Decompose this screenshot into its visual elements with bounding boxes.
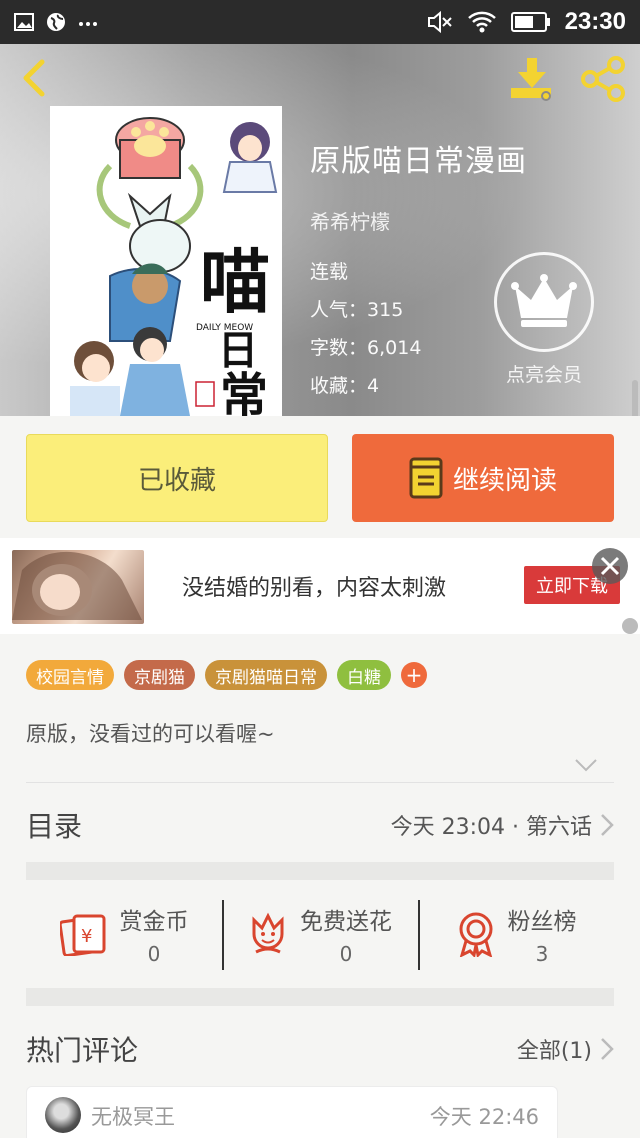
section-divider [26,988,614,1006]
svg-text:喵: 喵 [200,240,270,323]
image-icon [14,13,34,31]
all-comments-link[interactable]: 全部(1) [517,1033,614,1065]
favorited-label: 已收藏 [137,465,216,496]
comment-card[interactable]: 无极冥王 今天 22:46 [26,1086,558,1138]
fan-ranking-button[interactable]: 粉丝榜 3 [418,896,614,972]
expand-chevron-icon[interactable] [574,758,598,772]
back-chevron-icon[interactable] [16,58,56,98]
comic-description: 原版，没看过的可以看喔~ [26,722,275,746]
catalog-title: 目录 [26,810,83,843]
ad-mark-icon [622,618,638,634]
vip-badge [494,252,594,352]
status-bar: 23:30 [0,0,640,44]
crown-icon [511,274,577,327]
section-divider [26,862,614,880]
free-flower-label: 免费送花 [300,909,392,935]
tag-jingju-cat[interactable]: 京剧猫 [124,660,195,690]
globe-icon [47,13,65,31]
comment-time: 今天 22:46 [429,1105,539,1129]
latest-chapter: 今天 23:04 · 第六话 [391,809,614,841]
free-flower-value: 0 [339,942,353,966]
ad-text[interactable]: 没结婚的别看，内容太刺激 [182,570,446,602]
hot-comments-title: 热门评论 [26,1034,139,1067]
continue-reading-label: 继续阅读 [452,465,557,496]
word-count-value: 6,014 [367,337,422,359]
comic-detail-page: 23:30 喵 日 常 DAILY MEOW 原版喵日常漫画 希希柠檬 连载 人… [0,0,640,1138]
clock: 23:30 [564,8,626,35]
wifi-icon [467,11,496,33]
battery-icon [510,12,550,32]
favorites-label: 收藏： [310,375,368,397]
mute-icon [427,10,452,34]
share-icon[interactable] [580,56,628,102]
cover-art: 喵 日 常 DAILY MEOW [50,106,282,416]
download-icon[interactable] [508,56,558,102]
popularity-label: 人气： [310,299,368,321]
all-comments-label: 全部(1) [516,1039,592,1064]
ad-image[interactable] [12,550,144,624]
reward-coins-button[interactable]: ¥ 赏金币 0 [26,896,222,972]
fan-ranking-value: 3 [535,942,549,966]
flower-icon [252,912,284,954]
svg-text:日: 日 [218,327,258,374]
comic-header: 喵 日 常 DAILY MEOW 原版喵日常漫画 希希柠檬 连载 人气：315 … [0,44,640,416]
word-count-label: 字数： [310,337,368,359]
svg-text:¥: ¥ [81,926,92,947]
popularity-value: 315 [367,299,404,321]
tag-list: 校园言情 京剧猫 京剧猫喵日常 白糖 + [26,660,427,690]
svg-text:常: 常 [220,368,268,416]
catalog-row[interactable]: 目录 今天 23:04 · 第六话 [26,800,614,850]
tag-jingju-cat-daily[interactable]: 京剧猫喵日常 [205,660,327,690]
tag-campus-romance[interactable]: 校园言情 [26,660,114,690]
comic-author[interactable]: 希希柠檬 [310,206,527,235]
favorited-button[interactable]: 已收藏 [26,434,328,522]
close-icon [600,556,620,576]
vip-label: 点亮会员 [505,364,582,386]
favorites-value: 4 [367,375,380,397]
medal-icon [459,912,492,957]
ad-banner[interactable]: 没结婚的别看，内容太刺激 立即下载 [0,538,640,634]
comment-user[interactable]: 无极冥王 [91,1101,175,1131]
chevron-right-icon [601,814,614,836]
chevron-right-icon [601,1038,614,1060]
ad-close-button[interactable] [592,548,628,584]
hot-comments-header: 热门评论 全部(1) [26,1024,614,1074]
vip-button[interactable]: 点亮会员 [492,252,596,387]
more-dots-icon [79,22,97,26]
avatar[interactable] [45,1097,81,1133]
red-envelope-icon: ¥ [59,914,105,956]
comic-title: 原版喵日常漫画 [310,144,527,179]
action-bar: 已收藏 继续阅读 [0,416,640,540]
latest-chapter-text: 今天 23:04 · 第六话 [390,815,592,840]
book-icon [409,457,443,499]
cover-caption: DAILY MEOW [196,323,253,333]
add-tag-button[interactable]: + [401,662,427,688]
divider [26,782,614,783]
comic-cover-image[interactable]: 喵 日 常 DAILY MEOW [50,106,282,416]
reward-coins-label: 赏金币 [119,909,189,935]
reward-coins-value: 0 [147,942,161,966]
fan-ranking-label: 粉丝榜 [507,909,577,935]
tag-baitang[interactable]: 白糖 [337,660,391,690]
continue-reading-button[interactable]: 继续阅读 [352,434,614,522]
free-flower-button[interactable]: 免费送花 0 [222,896,418,972]
reward-bar: ¥ 赏金币 0 免费送花 0 粉丝榜 3 [26,896,614,972]
